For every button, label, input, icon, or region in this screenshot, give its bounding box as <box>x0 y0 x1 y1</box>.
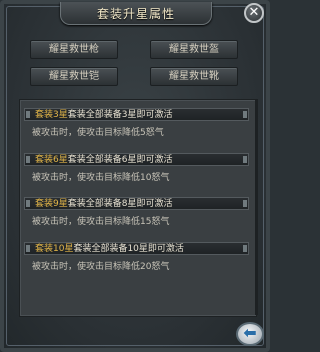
set-bonus-header: 套装9星套装全部装备8星即可激活 <box>24 197 249 210</box>
dialog-title: 套装升星属性 <box>96 7 175 21</box>
set-effect: 被攻击时，使攻击目标降低20怒气 <box>32 262 170 272</box>
close-button[interactable]: ✕ <box>244 3 264 23</box>
scrollbar[interactable] <box>255 99 258 315</box>
equipment-spear[interactable]: 耀星救世枪 <box>30 40 118 59</box>
set-effect: 被攻击时，使攻击目标降低5怒气 <box>32 128 164 138</box>
set-bonus-header: 套装6星套装全部装备6星即可激活 <box>24 153 249 166</box>
set-star-tag: 套装3星 <box>35 110 68 120</box>
set-condition: 套装全部装备6星即可激活 <box>67 155 173 165</box>
title-bar: 套装升星属性 <box>60 2 212 25</box>
set-effect: 被攻击时，使攻击目标降低10怒气 <box>32 173 170 183</box>
equipment-boots[interactable]: 耀星救世靴 <box>150 67 238 86</box>
equipment-helmet[interactable]: 耀星救世盔 <box>150 40 238 59</box>
equipment-armor[interactable]: 耀星救世铠 <box>30 67 118 86</box>
set-condition: 套装全部装备10星即可激活 <box>73 244 184 254</box>
close-icon: ✕ <box>248 5 260 20</box>
back-button[interactable]: ⬅ <box>236 322 264 346</box>
set-bonus-header: 套装3星套装全部装备3星即可激活 <box>24 108 249 121</box>
set-star-tag: 套装6星 <box>35 155 68 165</box>
set-condition: 套装全部装备3星即可激活 <box>67 110 173 120</box>
set-bonus-header: 套装10星套装全部装备10星即可激活 <box>24 242 249 255</box>
set-effect: 被攻击时，使攻击目标降低15怒气 <box>32 217 170 227</box>
set-star-tag: 套装9星 <box>35 199 68 209</box>
set-star-tag: 套装10星 <box>35 244 74 254</box>
back-arrow-icon: ⬅ <box>243 323 257 342</box>
set-condition: 套装全部装备8星即可激活 <box>67 199 173 209</box>
